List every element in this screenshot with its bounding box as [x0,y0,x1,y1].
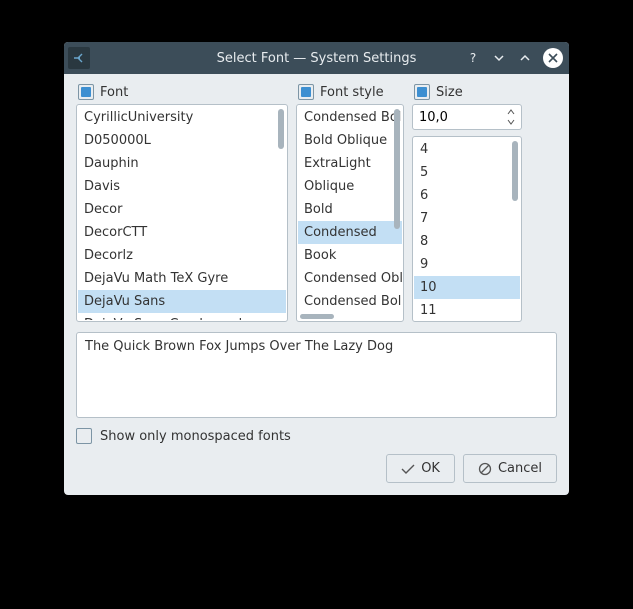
list-item[interactable]: Condensed Bold [298,106,402,129]
list-item[interactable]: DejaVu Math TeX Gyre [78,267,286,290]
size-step-up-icon[interactable] [505,107,517,117]
font-checkbox[interactable] [78,84,94,100]
size-spinbox[interactable] [412,104,522,130]
list-item[interactable]: 10 [414,276,520,299]
close-icon[interactable] [543,48,563,68]
svg-text:?: ? [470,51,476,65]
minimize-icon[interactable] [491,50,507,66]
size-listbox[interactable]: 4567891011 [412,136,522,322]
list-item[interactable]: 5 [414,161,520,184]
monospace-label: Show only monospaced fonts [100,429,291,444]
style-scrollbar[interactable] [394,109,400,317]
size-label: Size [436,85,463,100]
font-listbox[interactable]: CyrillicUniversityD050000LDauphinDavisDe… [76,104,288,322]
list-item[interactable]: 8 [414,230,520,253]
list-item[interactable]: D050000L [78,129,286,152]
ok-label: OK [421,461,440,476]
cancel-label: Cancel [498,461,542,476]
list-item[interactable]: 4 [414,138,520,161]
list-item[interactable]: Bold Oblique [298,129,402,152]
font-scrollbar[interactable] [278,109,284,317]
font-label: Font [100,85,128,100]
cancel-button[interactable]: Cancel [463,454,557,483]
list-item[interactable]: DejaVu Sans [78,290,286,313]
size-checkbox[interactable] [414,84,430,100]
maximize-icon[interactable] [517,50,533,66]
check-icon [401,463,415,475]
cancel-icon [478,462,492,476]
list-item[interactable]: Condensed Oblique [298,267,402,290]
size-step-down-icon[interactable] [505,117,517,127]
list-item[interactable]: DecorCTT [78,221,286,244]
ok-button[interactable]: OK [386,454,455,483]
list-item[interactable]: 7 [414,207,520,230]
dialog-content: Font CyrillicUniversityD050000LDauphinDa… [64,74,569,495]
style-label: Font style [320,85,384,100]
list-item[interactable]: ExtraLight [298,152,402,175]
list-item[interactable]: Bold [298,198,402,221]
list-item[interactable]: 9 [414,253,520,276]
app-icon [68,47,90,69]
list-item[interactable]: Condensed [298,221,402,244]
list-item[interactable]: CyrillicUniversity [78,106,286,129]
size-input[interactable] [419,110,505,125]
style-checkbox[interactable] [298,84,314,100]
size-scrollbar[interactable] [512,141,518,317]
list-item[interactable]: Condensed Bold Oblique [298,290,402,313]
list-item[interactable]: Oblique [298,175,402,198]
list-item[interactable]: DejaVu Sans Condensed [78,313,286,320]
list-item[interactable]: Dauphin [78,152,286,175]
list-item[interactable]: 11 [414,299,520,320]
list-item[interactable]: Book [298,244,402,267]
preview-text: The Quick Brown Fox Jumps Over The Lazy … [85,339,393,354]
style-hscrollbar[interactable] [300,314,393,319]
list-item[interactable]: Decorlz [78,244,286,267]
font-preview: The Quick Brown Fox Jumps Over The Lazy … [76,332,557,418]
font-dialog: Select Font — System Settings ? Font [64,42,569,495]
titlebar: Select Font — System Settings ? [64,42,569,74]
monospace-checkbox[interactable] [76,428,92,444]
help-icon[interactable]: ? [465,50,481,66]
list-item[interactable]: Davis [78,175,286,198]
list-item[interactable]: Decor [78,198,286,221]
list-item[interactable]: 6 [414,184,520,207]
style-listbox[interactable]: Condensed BoldBold ObliqueExtraLightObli… [296,104,404,322]
